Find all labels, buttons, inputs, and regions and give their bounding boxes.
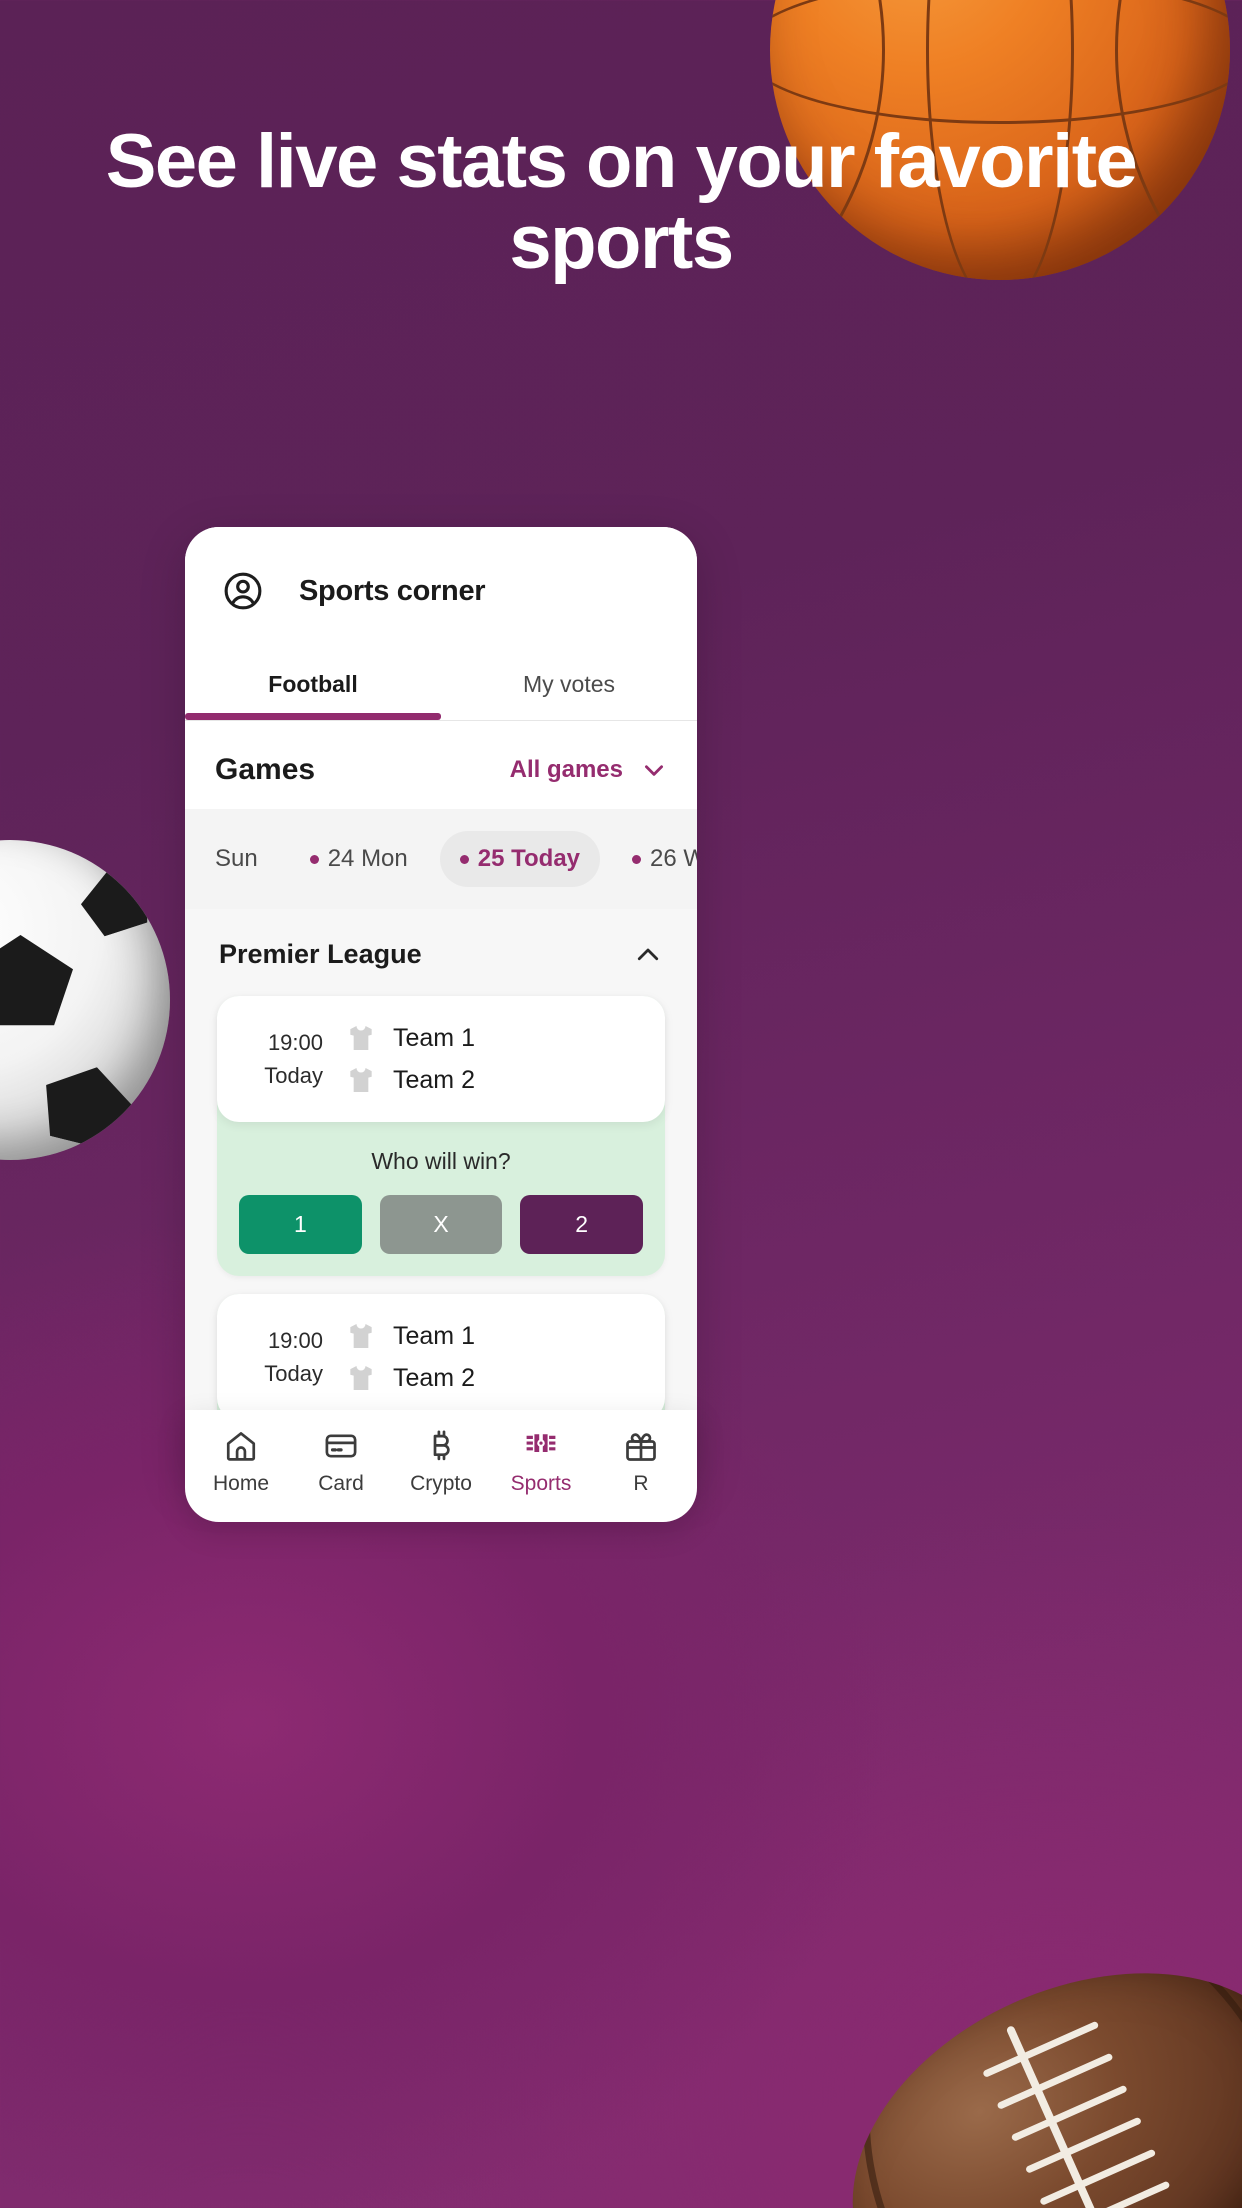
match-day: Today bbox=[264, 1361, 323, 1386]
page-title: Sports corner bbox=[299, 574, 486, 607]
match-block: 19:00 Today Team 1 bbox=[185, 996, 697, 1294]
tab-bar: Football My votes bbox=[185, 655, 697, 720]
vote-buttons: 1 X 2 bbox=[217, 1195, 665, 1254]
teams-list: Team 1 Team 2 bbox=[345, 1320, 475, 1394]
jersey-icon bbox=[345, 1320, 377, 1352]
date-chip-label: Sun bbox=[215, 845, 258, 872]
nav-item-sports[interactable]: Sports bbox=[491, 1428, 591, 1496]
tab-football[interactable]: Football bbox=[185, 655, 441, 720]
nav-label: Card bbox=[318, 1472, 364, 1495]
date-dot-icon bbox=[309, 854, 319, 864]
team-row: Team 2 bbox=[345, 1362, 475, 1394]
nav-label: Sports bbox=[510, 1472, 572, 1495]
team-row: Team 2 bbox=[345, 1064, 475, 1096]
nav-item-rewards[interactable]: R bbox=[591, 1428, 691, 1496]
date-chip-sun[interactable]: Sun bbox=[209, 831, 278, 887]
match-card[interactable]: 19:00 Today Team 1 Team 2 bbox=[217, 996, 665, 1122]
home-icon bbox=[223, 1428, 259, 1464]
team-name: Team 1 bbox=[393, 1321, 475, 1350]
date-chip-26-wed[interactable]: 26 Wed bbox=[612, 831, 697, 887]
app-header: Sports corner bbox=[185, 527, 697, 655]
soccer-ball-decoration bbox=[0, 840, 170, 1160]
games-title: Games bbox=[215, 753, 316, 786]
team-row: Team 1 bbox=[345, 1022, 475, 1054]
nav-item-home[interactable]: Home bbox=[191, 1428, 291, 1496]
league-header-premier-league[interactable]: Premier League bbox=[185, 909, 697, 996]
date-selector-strip[interactable]: Sun 24 Mon 25 Today 26 Wed 26 bbox=[185, 809, 697, 909]
nav-label: Home bbox=[212, 1472, 270, 1495]
date-chip-label: 25 Today bbox=[477, 845, 581, 872]
phone-screen-mock: Sports corner Football My votes Games Al… bbox=[185, 527, 697, 1477]
date-chip-25-today[interactable]: 25 Today bbox=[439, 831, 601, 887]
match-time-block: 19:00 Today bbox=[245, 1324, 323, 1390]
date-dot-icon bbox=[459, 854, 469, 864]
date-chip-label: 26 Wed bbox=[650, 845, 697, 872]
games-scroll-area[interactable]: Sun 24 Mon 25 Today 26 Wed 26 Premier Le… bbox=[185, 809, 697, 1477]
match-time-block: 19:00 Today bbox=[245, 1026, 323, 1092]
tab-football-label: Football bbox=[268, 671, 358, 697]
match-card[interactable]: 19:00 Today Team 1 Team 2 bbox=[217, 1294, 665, 1420]
jersey-icon bbox=[345, 1362, 377, 1394]
all-games-label: All games bbox=[509, 756, 623, 783]
team-row: Team 1 bbox=[345, 1320, 475, 1352]
all-games-filter[interactable]: All games bbox=[510, 756, 667, 784]
nav-label: Crypto bbox=[410, 1472, 472, 1495]
match-time: 19:00 bbox=[267, 1328, 323, 1353]
league-name: Premier League bbox=[219, 939, 422, 969]
nav-item-card[interactable]: Card bbox=[291, 1428, 391, 1496]
match-day: Today bbox=[264, 1063, 323, 1088]
games-section-header: Games All games bbox=[185, 721, 697, 809]
sports-icon bbox=[523, 1428, 559, 1464]
teams-list: Team 1 Team 2 bbox=[345, 1022, 475, 1096]
vote-option-home[interactable]: 1 bbox=[239, 1195, 362, 1254]
gift-icon bbox=[623, 1428, 659, 1464]
bitcoin-icon bbox=[423, 1428, 459, 1464]
date-dot-icon bbox=[632, 854, 642, 864]
nav-item-crypto[interactable]: Crypto bbox=[391, 1428, 491, 1496]
card-icon bbox=[323, 1428, 359, 1464]
jersey-icon bbox=[345, 1064, 377, 1096]
team-name: Team 2 bbox=[393, 1065, 475, 1094]
user-circle-icon[interactable] bbox=[221, 569, 265, 613]
american-football-decoration bbox=[795, 1904, 1242, 2208]
chevron-up-icon[interactable] bbox=[633, 940, 663, 970]
jersey-icon bbox=[345, 1022, 377, 1054]
vote-option-away[interactable]: 2 bbox=[520, 1195, 644, 1254]
nav-label: R bbox=[633, 1472, 649, 1495]
marketing-headline: See live stats on your favorite sports bbox=[105, 119, 1138, 285]
match-time: 19:00 bbox=[267, 1030, 323, 1055]
tab-my-votes[interactable]: My votes bbox=[441, 655, 697, 720]
vote-option-draw[interactable]: X bbox=[379, 1195, 503, 1254]
team-name: Team 1 bbox=[393, 1023, 475, 1052]
bottom-navigation-bar: Home Card Crypto Sports R bbox=[185, 1410, 697, 1522]
date-chip-24-mon[interactable]: 24 Mon bbox=[290, 831, 428, 887]
vote-panel: 19:00 Today Team 1 bbox=[217, 996, 665, 1276]
vote-question: Who will win? bbox=[371, 1148, 511, 1174]
date-chip-label: 24 Mon bbox=[327, 845, 408, 872]
chevron-down-icon bbox=[641, 757, 667, 783]
tab-my-votes-label: My votes bbox=[522, 671, 616, 697]
team-name: Team 2 bbox=[393, 1363, 475, 1392]
